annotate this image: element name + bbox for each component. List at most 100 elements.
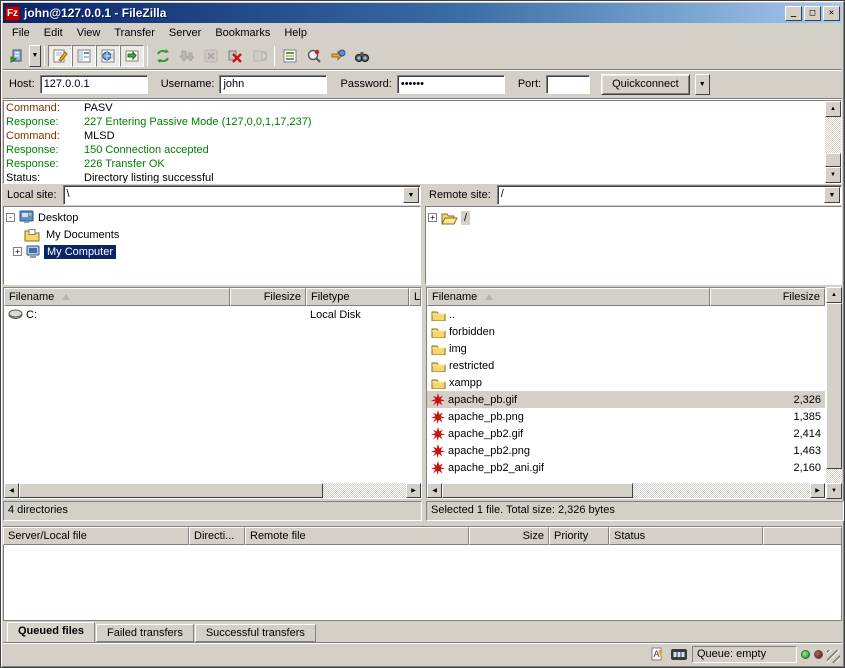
chevron-down-icon[interactable]: ▼ bbox=[403, 187, 419, 203]
column-header-lastmodified[interactable]: L bbox=[409, 288, 421, 306]
scroll-left-icon[interactable]: ◀ bbox=[4, 483, 19, 498]
menu-view[interactable]: View bbox=[70, 25, 108, 41]
message-log-scrollbar[interactable]: ▲ ▼ bbox=[825, 101, 841, 183]
quickconnect-dropdown-icon[interactable]: ▼ bbox=[695, 74, 710, 95]
file-row[interactable]: apache_pb.gif 2,326 bbox=[427, 391, 825, 408]
scrollbar-thumb[interactable] bbox=[442, 483, 633, 498]
remote-site-combo[interactable]: / ▼ bbox=[497, 185, 842, 205]
column-header-blank[interactable] bbox=[763, 527, 842, 545]
synchronized-browsing-icon[interactable] bbox=[326, 45, 350, 67]
find-files-icon[interactable] bbox=[350, 45, 374, 67]
local-site-row: Local site: \ ▼ bbox=[3, 185, 421, 205]
scrollbar-thumb[interactable] bbox=[19, 483, 323, 498]
collapse-icon[interactable]: - bbox=[6, 213, 15, 222]
local-horizontal-scrollbar[interactable]: ◀ ▶ bbox=[4, 483, 421, 498]
scroll-down-icon[interactable]: ▼ bbox=[825, 167, 841, 183]
toggle-transfer-queue-icon[interactable] bbox=[120, 45, 144, 67]
tree-item-my-computer[interactable]: + My Computer bbox=[6, 243, 418, 260]
column-header-remote-file[interactable]: Remote file bbox=[245, 527, 469, 545]
toolbar-separator bbox=[44, 46, 45, 66]
tab-queued-files[interactable]: Queued files bbox=[7, 622, 95, 642]
tab-failed-transfers[interactable]: Failed transfers bbox=[96, 624, 194, 642]
file-row[interactable]: .. bbox=[427, 306, 825, 323]
toggle-remote-tree-icon[interactable] bbox=[96, 45, 120, 67]
username-input[interactable] bbox=[219, 75, 327, 94]
column-header-server-local-file[interactable]: Server/Local file bbox=[3, 527, 189, 545]
cancel-operation-icon[interactable] bbox=[199, 45, 223, 67]
local-site-combo[interactable]: \ ▼ bbox=[63, 185, 421, 205]
quickconnect-button[interactable]: Quickconnect bbox=[601, 74, 690, 95]
scroll-left-icon[interactable]: ◀ bbox=[427, 483, 442, 498]
column-header-filesize[interactable]: Filesize bbox=[710, 288, 825, 306]
file-row[interactable]: restricted bbox=[427, 357, 825, 374]
scrollbar-thumb[interactable] bbox=[826, 303, 842, 469]
menu-help[interactable]: Help bbox=[277, 25, 314, 41]
file-row[interactable]: forbidden bbox=[427, 323, 825, 340]
remote-site-row: Remote site: / ▼ bbox=[425, 185, 842, 205]
column-header-status[interactable]: Status bbox=[609, 527, 763, 545]
directory-filters-icon[interactable] bbox=[278, 45, 302, 67]
menu-file[interactable]: File bbox=[5, 25, 37, 41]
reconnect-icon[interactable] bbox=[247, 45, 271, 67]
password-label: Password: bbox=[340, 78, 391, 90]
column-header-size[interactable]: Size bbox=[469, 527, 549, 545]
menu-transfer[interactable]: Transfer bbox=[107, 25, 162, 41]
menu-server[interactable]: Server bbox=[162, 25, 208, 41]
column-header-filename[interactable]: Filename bbox=[427, 288, 710, 306]
speed-limit-icon[interactable] bbox=[670, 646, 688, 662]
maximize-button[interactable]: □ bbox=[804, 6, 821, 21]
password-input[interactable] bbox=[397, 75, 505, 94]
remote-horizontal-scrollbar[interactable]: ◀ ▶ bbox=[427, 483, 825, 498]
file-row[interactable]: apache_pb2.gif 2,414 bbox=[427, 425, 825, 442]
menu-bookmarks[interactable]: Bookmarks bbox=[208, 25, 277, 41]
file-row-local-disk[interactable]: C: Local Disk bbox=[4, 306, 421, 323]
data-type-icon[interactable]: A bbox=[648, 646, 666, 662]
file-row[interactable]: xampp bbox=[427, 374, 825, 391]
tree-item-root[interactable]: + / bbox=[428, 209, 839, 226]
column-header-filetype[interactable]: Filetype bbox=[306, 288, 409, 306]
log-line-label: Command: bbox=[6, 101, 84, 115]
scroll-right-icon[interactable]: ▶ bbox=[406, 483, 421, 498]
site-manager-icon[interactable] bbox=[5, 45, 29, 67]
scroll-down-icon[interactable]: ▼ bbox=[826, 483, 842, 499]
refresh-icon[interactable] bbox=[151, 45, 175, 67]
host-input[interactable] bbox=[40, 75, 148, 94]
toggle-local-tree-icon[interactable] bbox=[72, 45, 96, 67]
directory-comparison-icon[interactable] bbox=[302, 45, 326, 67]
scroll-up-icon[interactable]: ▲ bbox=[825, 101, 841, 117]
tab-successful-transfers[interactable]: Successful transfers bbox=[195, 624, 316, 642]
minimize-button[interactable]: _ bbox=[785, 6, 802, 21]
tree-item-my-documents[interactable]: My Documents bbox=[6, 226, 418, 243]
menu-edit[interactable]: Edit bbox=[37, 25, 70, 41]
site-manager-dropdown-icon[interactable]: ▼ bbox=[29, 45, 41, 67]
expand-icon[interactable]: + bbox=[13, 247, 22, 256]
remote-vertical-scrollbar[interactable]: ▲ ▼ bbox=[826, 287, 842, 499]
column-header-direction[interactable]: Directi... bbox=[189, 527, 245, 545]
log-line-text: 226 Transfer OK bbox=[84, 157, 165, 171]
expand-icon[interactable]: + bbox=[428, 213, 437, 222]
remote-site-label: Remote site: bbox=[425, 189, 497, 201]
file-row[interactable]: apache_pb2_ani.gif 2,160 bbox=[427, 459, 825, 476]
chevron-down-icon[interactable]: ▼ bbox=[824, 187, 840, 203]
resize-grip[interactable] bbox=[827, 650, 840, 663]
column-header-filesize[interactable]: Filesize bbox=[230, 288, 306, 306]
column-header-filename[interactable]: Filename bbox=[4, 288, 230, 306]
file-row[interactable]: img bbox=[427, 340, 825, 357]
file-row[interactable]: apache_pb.png 1,385 bbox=[427, 408, 825, 425]
close-button[interactable]: ✕ bbox=[823, 6, 840, 21]
toggle-message-log-icon[interactable] bbox=[48, 45, 72, 67]
remote-list-header: Filename Filesize bbox=[427, 288, 825, 306]
local-list-header: Filename Filesize Filetype L bbox=[4, 288, 421, 306]
scrollbar-thumb[interactable] bbox=[825, 153, 841, 167]
file-size: 2,326 bbox=[793, 394, 821, 406]
scroll-right-icon[interactable]: ▶ bbox=[810, 483, 825, 498]
file-row[interactable]: apache_pb2.png 1,463 bbox=[427, 442, 825, 459]
remote-tree-pane: Remote site: / ▼ + / bbox=[425, 185, 842, 285]
disconnect-icon[interactable] bbox=[223, 45, 247, 67]
my-computer-icon bbox=[26, 245, 41, 259]
process-queue-icon[interactable] bbox=[175, 45, 199, 67]
tree-item-desktop[interactable]: - Desktop bbox=[6, 209, 418, 226]
port-input[interactable] bbox=[546, 75, 590, 94]
scroll-up-icon[interactable]: ▲ bbox=[826, 287, 842, 303]
column-header-priority[interactable]: Priority bbox=[549, 527, 609, 545]
